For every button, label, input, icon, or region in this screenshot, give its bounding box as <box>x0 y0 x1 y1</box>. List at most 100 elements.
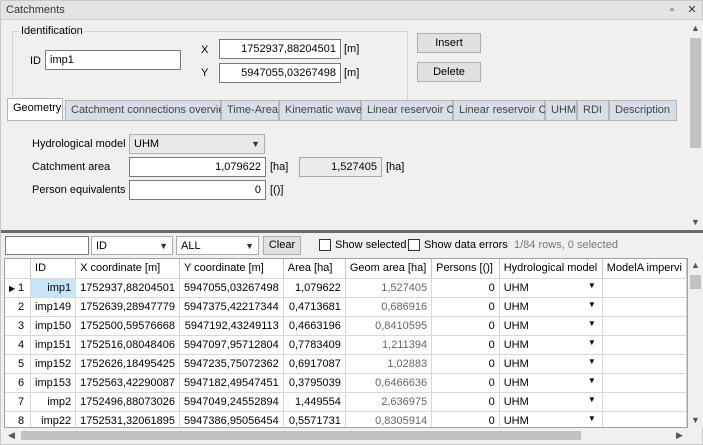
cell-y-coordinate[interactable]: 5947055,03267498 <box>179 278 284 298</box>
filter-search-input[interactable] <box>5 236 89 255</box>
x-coordinate-input[interactable]: 1752937,88204501 <box>219 39 341 59</box>
tab-uhm[interactable]: UHM <box>545 100 577 120</box>
tab-time-area[interactable]: Time-Area <box>221 100 279 120</box>
person-equivalents-input[interactable]: 0 <box>129 180 266 200</box>
close-icon[interactable]: ✕ <box>685 3 699 17</box>
column-header-geom-area[interactable]: Geom area [ha] <box>345 259 433 279</box>
chevron-down-icon[interactable]: ▼ <box>588 281 596 290</box>
cell-persons[interactable]: 0 <box>431 373 500 393</box>
tab-rdi[interactable]: RDI <box>577 100 609 120</box>
cell-geom-area[interactable]: 2,636975 <box>345 392 433 412</box>
cell-id[interactable]: imp152 <box>30 354 77 374</box>
row-number[interactable]: 6 <box>5 373 32 393</box>
cell-modela-impervious[interactable] <box>602 354 687 374</box>
cell-persons[interactable]: 0 <box>431 278 500 298</box>
cell-hydrological-model[interactable]: UHM ▼ <box>499 278 603 298</box>
chevron-down-icon[interactable]: ▼ <box>588 300 596 309</box>
cell-id[interactable]: imp153 <box>30 373 77 393</box>
scroll-up-icon[interactable]: ▲ <box>688 21 703 36</box>
row-number[interactable]: ▶ 1 <box>5 278 32 298</box>
cell-persons[interactable]: 0 <box>431 297 500 317</box>
restore-icon[interactable]: ▫ <box>665 3 679 17</box>
row-number[interactable]: 4 <box>5 335 32 355</box>
cell-modela-impervious[interactable] <box>602 392 687 412</box>
cell-modela-impervious[interactable] <box>602 297 687 317</box>
cell-y-coordinate[interactable]: 5947097,95712804 <box>179 335 284 355</box>
cell-modela-impervious[interactable] <box>602 316 687 336</box>
cell-x-coordinate[interactable]: 1752496,88073026 <box>75 392 180 412</box>
cell-persons[interactable]: 0 <box>431 392 500 412</box>
cell-y-coordinate[interactable]: 5947192,43249113 <box>179 316 284 336</box>
insert-button[interactable]: Insert <box>417 33 481 53</box>
column-header-area[interactable]: Area [ha] <box>283 259 346 279</box>
cell-x-coordinate[interactable]: 1752626,18495425 <box>75 354 180 374</box>
cell-geom-area[interactable]: 0,686916 <box>345 297 433 317</box>
table-row[interactable]: 6 imp153 1752563,42290087 5947182,49547451 0… <box>5 373 687 393</box>
y-coordinate-input[interactable]: 5947055,03267498 <box>219 63 341 83</box>
cell-x-coordinate[interactable]: 1752639,28947779 <box>75 297 180 317</box>
scroll-thumb[interactable] <box>21 431 581 440</box>
delete-button[interactable]: Delete <box>417 62 481 82</box>
cell-x-coordinate[interactable]: 1752937,88204501 <box>75 278 180 298</box>
cell-area[interactable]: 0,4713681 <box>283 297 346 317</box>
cell-area[interactable]: 0,4663196 <box>283 316 346 336</box>
row-number[interactable]: 5 <box>5 354 32 374</box>
column-header-modela-impervious[interactable]: ModelA impervi <box>602 259 687 279</box>
tab-geometry[interactable]: Geometry <box>7 98 63 120</box>
cell-area[interactable]: 0,3795039 <box>283 373 346 393</box>
column-header-y[interactable]: Y coordinate [m] <box>179 259 284 279</box>
scroll-down-icon[interactable]: ▼ <box>688 413 703 428</box>
row-number[interactable]: 7 <box>5 392 32 412</box>
show-data-errors-checkbox[interactable] <box>408 239 420 251</box>
table-row[interactable]: 3 imp150 1752500,59576668 5947192,43249113 0… <box>5 316 687 336</box>
table-row[interactable]: ▶ 1 imp1 1752937,88204501 5947055,03267498 1,… <box>5 278 687 298</box>
scroll-thumb[interactable] <box>690 275 701 289</box>
cell-id[interactable]: imp1 <box>30 278 77 298</box>
chevron-down-icon[interactable]: ▼ <box>588 338 596 347</box>
tab-linear-reservoir-c1[interactable]: Linear reservoir C1 <box>361 100 461 120</box>
cell-x-coordinate[interactable]: 1752500,59576668 <box>75 316 180 336</box>
hydrological-model-select[interactable]: UHM ▼ <box>129 134 265 154</box>
detail-vertical-scrollbar[interactable]: ▲ ▼ <box>688 21 703 230</box>
cell-hydrological-model[interactable]: UHM ▼ <box>499 373 603 393</box>
cell-area[interactable]: 0,6917087 <box>283 354 346 374</box>
column-header-persons[interactable]: Persons [()] <box>431 259 500 279</box>
cell-hydrological-model[interactable]: UHM ▼ <box>499 335 603 355</box>
cell-geom-area[interactable]: 0,8410595 <box>345 316 433 336</box>
cell-hydrological-model[interactable]: UHM ▼ <box>499 392 603 412</box>
cell-geom-area[interactable]: 0,8305914 <box>345 411 433 427</box>
table-row[interactable]: 8 imp22 1752531,32061895 5947386,95056454 0,… <box>5 411 687 427</box>
cell-area[interactable]: 1,079622 <box>283 278 346 298</box>
cell-modela-impervious[interactable] <box>602 411 687 427</box>
cell-area[interactable]: 0,5571731 <box>283 411 346 427</box>
cell-persons[interactable]: 0 <box>431 316 500 336</box>
tab-linear-reservoir-c2[interactable]: Linear reservoir C2 <box>453 100 553 120</box>
row-number[interactable]: 3 <box>5 316 32 336</box>
filter-operator-select[interactable]: ALL ▼ <box>176 236 259 255</box>
cell-area[interactable]: 1,449554 <box>283 392 346 412</box>
catchment-area-input[interactable]: 1,079622 <box>129 157 266 177</box>
column-header-x[interactable]: X coordinate [m] <box>75 259 180 279</box>
scroll-left-icon[interactable]: ◀ <box>4 428 19 443</box>
chevron-down-icon[interactable]: ▼ <box>588 395 596 404</box>
table-horizontal-scrollbar[interactable]: ◀ ▶ <box>4 428 688 443</box>
cell-modela-impervious[interactable] <box>602 335 687 355</box>
scroll-right-icon[interactable]: ▶ <box>672 428 687 443</box>
cell-geom-area[interactable]: 1,527405 <box>345 278 433 298</box>
cell-y-coordinate[interactable]: 5947375,42217344 <box>179 297 284 317</box>
column-header-id[interactable]: ID <box>30 259 77 279</box>
scroll-down-icon[interactable]: ▼ <box>688 215 703 230</box>
cell-x-coordinate[interactable]: 1752563,42290087 <box>75 373 180 393</box>
cell-x-coordinate[interactable]: 1752531,32061895 <box>75 411 180 427</box>
cell-x-coordinate[interactable]: 1752516,08048406 <box>75 335 180 355</box>
cell-hydrological-model[interactable]: UHM ▼ <box>499 297 603 317</box>
table-vertical-scrollbar[interactable]: ▲ ▼ <box>688 258 703 428</box>
cell-persons[interactable]: 0 <box>431 335 500 355</box>
table-row[interactable]: 4 imp151 1752516,08048406 5947097,95712804 0… <box>5 335 687 355</box>
cell-modela-impervious[interactable] <box>602 373 687 393</box>
cell-geom-area[interactable]: 1,02883 <box>345 354 433 374</box>
clear-button[interactable]: Clear <box>263 236 301 255</box>
cell-persons[interactable]: 0 <box>431 354 500 374</box>
scroll-up-icon[interactable]: ▲ <box>688 258 703 273</box>
tab-catchment-connections[interactable]: Catchment connections overview <box>65 100 232 120</box>
